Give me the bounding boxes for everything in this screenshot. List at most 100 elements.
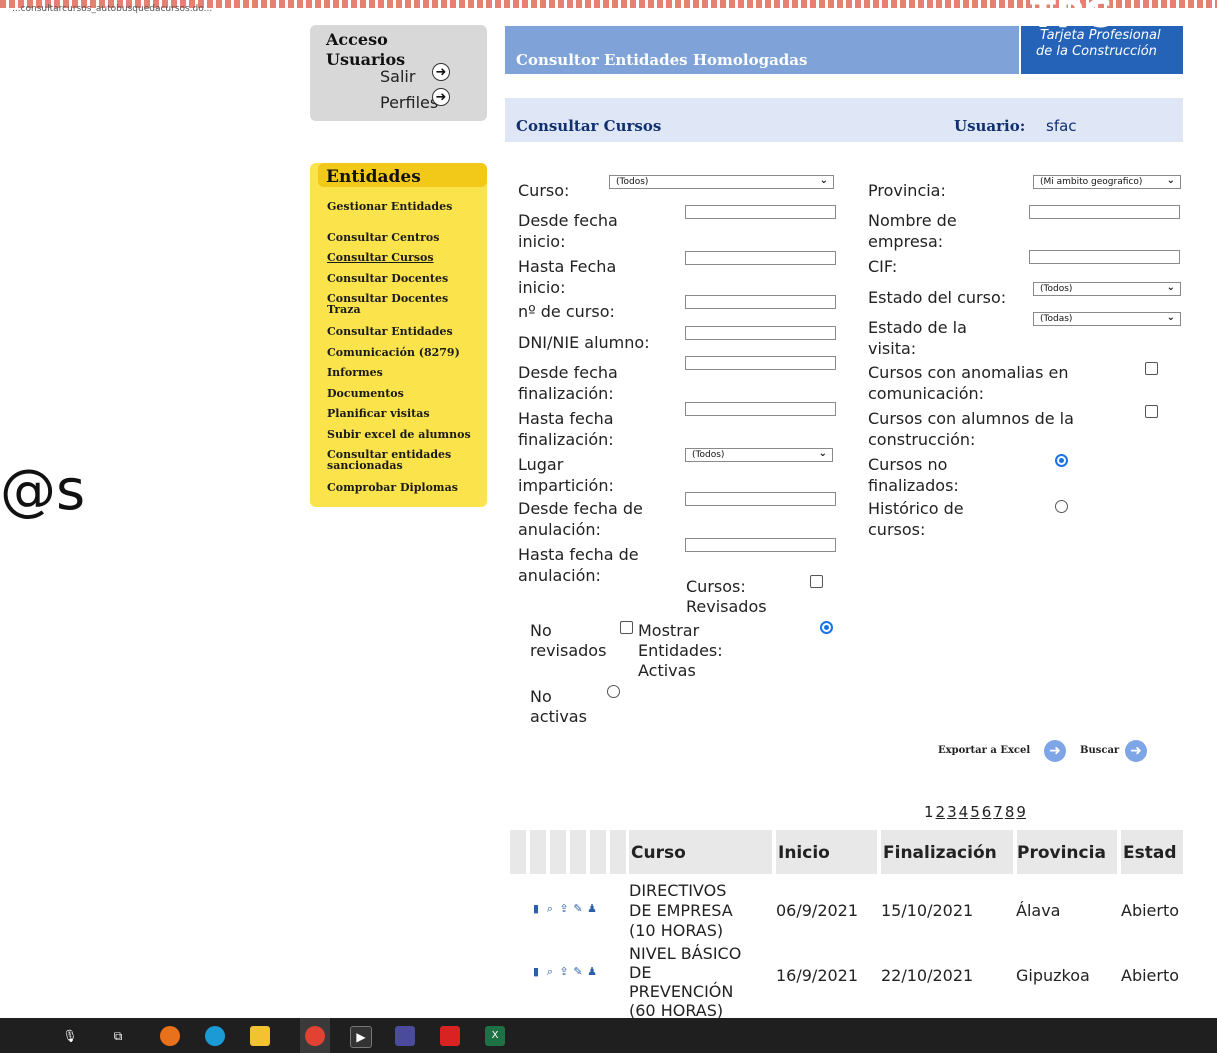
zoom-icon[interactable]: ⌕: [544, 966, 556, 978]
user-icon[interactable]: ♟: [586, 903, 598, 915]
desde-fecha-fin-input[interactable]: [685, 356, 836, 370]
revisados-label-2: Revisados: [686, 597, 767, 616]
row1-estado: Abierto: [1121, 901, 1180, 920]
menu-item-documentos[interactable]: Documentos: [327, 388, 485, 399]
microphone-icon[interactable]: 🎙: [60, 1026, 80, 1046]
no-finalizados-label-2: finalizados:: [868, 476, 959, 495]
user-label: Usuario:: [954, 117, 1026, 135]
menu-item-consultar-centros[interactable]: Consultar Centros: [327, 232, 485, 243]
menu-item-comunicacion[interactable]: Comunicación (8279): [327, 347, 485, 358]
provincia-select[interactable]: (Mi ambito geografico) ⌄: [1033, 175, 1181, 189]
book-icon[interactable]: ▮: [530, 966, 542, 978]
hasta-anul-input[interactable]: [685, 538, 836, 552]
acrobat-icon[interactable]: [440, 1026, 460, 1046]
profiles-link[interactable]: Perfiles: [380, 93, 438, 112]
windows-taskbar: [0, 1018, 1217, 1053]
nombre-empresa-input[interactable]: [1029, 205, 1180, 219]
desde-fecha-inicio-input[interactable]: [685, 205, 836, 219]
file-explorer-icon[interactable]: [250, 1026, 270, 1046]
hasta-fecha-fin-label-2: finalización:: [518, 430, 614, 449]
page-8[interactable]: 8: [1005, 803, 1015, 821]
no-finalizados-label-1: Cursos no: [868, 455, 948, 474]
menu-item-consultar-docentes-traza[interactable]: Consultar Docentes Traza: [327, 293, 467, 315]
menu-item-comprobar-diplomas[interactable]: Comprobar Diplomas: [327, 482, 485, 493]
revisados-checkbox[interactable]: [810, 575, 823, 588]
page-4[interactable]: 4: [959, 803, 969, 821]
logout-link[interactable]: Salir: [380, 67, 415, 86]
task-view-icon[interactable]: ⧉: [108, 1026, 128, 1046]
chrome-icon[interactable]: [305, 1026, 325, 1046]
firefox-icon[interactable]: [160, 1026, 180, 1046]
edit-icon[interactable]: ✎: [572, 966, 584, 978]
export-excel-button[interactable]: ➜: [1044, 740, 1066, 762]
page-5[interactable]: 5: [970, 803, 980, 821]
book-icon[interactable]: ▮: [530, 903, 542, 915]
arrow-right-circle-icon[interactable]: ➜: [432, 88, 450, 106]
column-header-estado[interactable]: Estad: [1123, 843, 1183, 863]
no-revisados-checkbox[interactable]: [620, 621, 633, 634]
dni-input[interactable]: [685, 326, 836, 340]
terminal-icon[interactable]: ▶: [350, 1026, 372, 1048]
upload-icon[interactable]: ⇪: [558, 966, 570, 978]
page-9[interactable]: 9: [1016, 803, 1026, 821]
alumnos-construccion-checkbox[interactable]: [1145, 405, 1158, 418]
table-header-blank: [530, 830, 546, 874]
no-finalizados-radio[interactable]: [1055, 454, 1068, 467]
excel-icon[interactable]: X: [485, 1026, 505, 1046]
row2-fin: 22/10/2021: [881, 966, 974, 985]
upload-icon[interactable]: ⇪: [558, 903, 570, 915]
column-header-curso[interactable]: Curso: [631, 843, 686, 863]
mostrar-label-3: Activas: [638, 661, 696, 680]
menu-item-consultar-docentes[interactable]: Consultar Docentes: [327, 273, 485, 284]
lugar-select[interactable]: (Todos) ⌄: [685, 448, 833, 462]
arrow-right-circle-icon[interactable]: ➜: [432, 63, 450, 81]
page-7[interactable]: 7: [993, 803, 1003, 821]
estado-visita-select-value: (Todas): [1040, 314, 1073, 324]
menu-item-consultar-cursos[interactable]: Consultar Cursos: [327, 252, 485, 263]
search-label[interactable]: Buscar: [1080, 745, 1119, 756]
estado-visita-select[interactable]: (Todas) ⌄: [1033, 312, 1181, 326]
column-header-provincia[interactable]: Provincia: [1017, 843, 1106, 863]
menu-item-gestionar-entidades[interactable]: Gestionar Entidades: [327, 201, 485, 212]
desde-fecha-inicio-label-2: inicio:: [518, 232, 566, 251]
menu-item-subir-excel[interactable]: Subir excel de alumnos: [327, 429, 485, 440]
zoom-icon[interactable]: ⌕: [544, 903, 556, 915]
menu-item-entidades-sancionadas[interactable]: Consultar entidades sancionadas: [327, 449, 467, 471]
column-header-inicio[interactable]: Inicio: [778, 843, 830, 863]
curso-select-value: (Todos): [616, 177, 649, 187]
search-button[interactable]: ➜: [1125, 740, 1147, 762]
table-row-actions: ▮ ⌕ ⇪ ✎ ♟: [530, 903, 598, 915]
desde-anul-input[interactable]: [685, 492, 836, 506]
hasta-fecha-inicio-input[interactable]: [685, 251, 836, 265]
menu-item-informes[interactable]: Informes: [327, 367, 485, 378]
archive-icon[interactable]: [395, 1026, 415, 1046]
provincia-select-value: (Mi ambito geografico): [1040, 177, 1143, 187]
historico-label-1: Histórico de: [868, 499, 964, 518]
chevron-down-icon: ⌄: [818, 448, 827, 459]
historico-radio[interactable]: [1055, 500, 1068, 513]
menu-item-consultar-entidades[interactable]: Consultar Entidades: [327, 326, 485, 337]
estado-curso-select[interactable]: (Todos) ⌄: [1033, 282, 1181, 296]
estado-visita-label-2: visita:: [868, 339, 917, 358]
menu-item-planificar-visitas[interactable]: Planificar visitas: [327, 408, 485, 419]
provincia-label: Provincia:: [868, 181, 946, 200]
user-value: sfac: [1046, 117, 1077, 135]
column-header-finalizacion[interactable]: Finalización: [883, 843, 997, 863]
no-revisados-label-2: revisados: [530, 641, 607, 660]
page-6[interactable]: 6: [982, 803, 992, 821]
export-excel-label[interactable]: Exportar a Excel: [938, 745, 1030, 756]
num-curso-input[interactable]: [685, 295, 836, 309]
no-revisados-label-1: No: [530, 621, 552, 640]
edit-icon[interactable]: ✎: [572, 903, 584, 915]
edge-icon[interactable]: [205, 1026, 225, 1046]
anomalias-checkbox[interactable]: [1145, 362, 1158, 375]
page-3[interactable]: 3: [947, 803, 957, 821]
no-activas-radio[interactable]: [607, 685, 620, 698]
desde-fecha-inicio-label-1: Desde fecha: [518, 211, 618, 230]
hasta-fecha-fin-input[interactable]: [685, 402, 836, 416]
activas-radio[interactable]: [820, 621, 833, 634]
curso-select[interactable]: (Todos) ⌄: [609, 175, 834, 189]
page-2[interactable]: 2: [936, 803, 946, 821]
cif-input[interactable]: [1029, 250, 1180, 264]
user-icon[interactable]: ♟: [586, 966, 598, 978]
